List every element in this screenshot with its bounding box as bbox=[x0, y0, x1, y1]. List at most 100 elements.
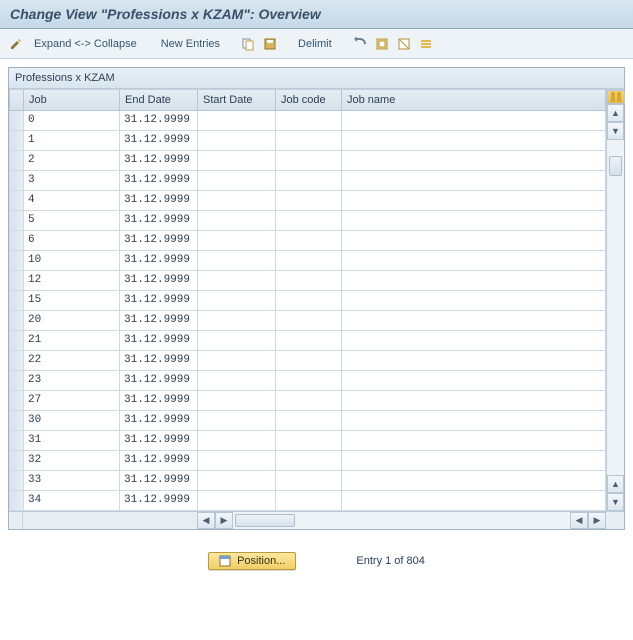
row-selector[interactable] bbox=[10, 390, 24, 410]
cell-start-date[interactable] bbox=[198, 270, 276, 290]
cell-start-date[interactable] bbox=[198, 370, 276, 390]
cell-job-name[interactable] bbox=[342, 290, 606, 310]
cell-job-code[interactable] bbox=[276, 230, 342, 250]
row-selector[interactable] bbox=[10, 370, 24, 390]
cell-job-name[interactable] bbox=[342, 130, 606, 150]
row-selector[interactable] bbox=[10, 290, 24, 310]
cell-job-name[interactable] bbox=[342, 310, 606, 330]
cell-job-name[interactable] bbox=[342, 410, 606, 430]
col-job-name[interactable]: Job name bbox=[342, 90, 606, 110]
cell-job-code[interactable] bbox=[276, 210, 342, 230]
col-start-date[interactable]: Start Date bbox=[198, 90, 276, 110]
cell-job-code[interactable] bbox=[276, 390, 342, 410]
cell-start-date[interactable] bbox=[198, 450, 276, 470]
cell-job-name[interactable] bbox=[342, 270, 606, 290]
configure-columns-icon[interactable] bbox=[607, 90, 625, 104]
row-selector[interactable] bbox=[10, 210, 24, 230]
scroll-left-end-button[interactable]: ◀ bbox=[570, 512, 588, 529]
cell-job[interactable]: 32 bbox=[24, 450, 120, 470]
row-selector[interactable] bbox=[10, 330, 24, 350]
expand-collapse-button[interactable]: Expand <-> Collapse bbox=[30, 36, 141, 52]
cell-job[interactable]: 34 bbox=[24, 490, 120, 510]
row-selector[interactable] bbox=[10, 130, 24, 150]
delimit-button[interactable]: Delimit bbox=[294, 36, 336, 52]
cell-job-name[interactable] bbox=[342, 490, 606, 510]
hscroll-thumb[interactable] bbox=[235, 514, 295, 527]
cell-job-name[interactable] bbox=[342, 190, 606, 210]
cell-job[interactable]: 33 bbox=[24, 470, 120, 490]
cell-job[interactable]: 12 bbox=[24, 270, 120, 290]
cell-job[interactable]: 10 bbox=[24, 250, 120, 270]
scroll-down-button[interactable]: ▼ bbox=[607, 493, 624, 511]
cell-job[interactable]: 22 bbox=[24, 350, 120, 370]
cell-end-date[interactable]: 31.12.9999 bbox=[120, 210, 198, 230]
copy-icon[interactable] bbox=[240, 36, 256, 52]
scroll-left-button[interactable]: ◀ bbox=[197, 512, 215, 529]
row-selector[interactable] bbox=[10, 170, 24, 190]
cell-job-code[interactable] bbox=[276, 450, 342, 470]
cell-job-code[interactable] bbox=[276, 270, 342, 290]
row-selector[interactable] bbox=[10, 350, 24, 370]
cell-end-date[interactable]: 31.12.9999 bbox=[120, 410, 198, 430]
cell-start-date[interactable] bbox=[198, 310, 276, 330]
page-down-button[interactable]: ▲ bbox=[607, 475, 624, 493]
cell-job-name[interactable] bbox=[342, 230, 606, 250]
row-selector[interactable] bbox=[10, 110, 24, 130]
cell-job-code[interactable] bbox=[276, 410, 342, 430]
cell-job-code[interactable] bbox=[276, 170, 342, 190]
cell-job-name[interactable] bbox=[342, 210, 606, 230]
cell-start-date[interactable] bbox=[198, 350, 276, 370]
cell-job-name[interactable] bbox=[342, 430, 606, 450]
cell-job-name[interactable] bbox=[342, 390, 606, 410]
row-selector-header[interactable] bbox=[10, 90, 24, 110]
cell-job-code[interactable] bbox=[276, 370, 342, 390]
scroll-right-step-button[interactable]: ▶ bbox=[215, 512, 233, 529]
cell-end-date[interactable]: 31.12.9999 bbox=[120, 190, 198, 210]
undo-icon[interactable] bbox=[352, 36, 368, 52]
cell-end-date[interactable]: 31.12.9999 bbox=[120, 350, 198, 370]
cell-job[interactable]: 4 bbox=[24, 190, 120, 210]
cell-job-code[interactable] bbox=[276, 190, 342, 210]
position-button[interactable]: Position... bbox=[208, 552, 296, 570]
cell-job-name[interactable] bbox=[342, 110, 606, 130]
cell-end-date[interactable]: 31.12.9999 bbox=[120, 230, 198, 250]
cell-job-name[interactable] bbox=[342, 150, 606, 170]
page-up-button[interactable]: ▼ bbox=[607, 122, 624, 140]
cell-start-date[interactable] bbox=[198, 170, 276, 190]
cell-job-name[interactable] bbox=[342, 370, 606, 390]
list-icon[interactable] bbox=[418, 36, 434, 52]
cell-job-name[interactable] bbox=[342, 170, 606, 190]
cell-job-code[interactable] bbox=[276, 430, 342, 450]
cell-start-date[interactable] bbox=[198, 210, 276, 230]
row-selector[interactable] bbox=[10, 450, 24, 470]
cell-job[interactable]: 27 bbox=[24, 390, 120, 410]
cell-job-code[interactable] bbox=[276, 470, 342, 490]
save-icon[interactable] bbox=[262, 36, 278, 52]
cell-job[interactable]: 0 bbox=[24, 110, 120, 130]
cell-end-date[interactable]: 31.12.9999 bbox=[120, 150, 198, 170]
cell-start-date[interactable] bbox=[198, 190, 276, 210]
cell-start-date[interactable] bbox=[198, 110, 276, 130]
cell-end-date[interactable]: 31.12.9999 bbox=[120, 330, 198, 350]
cell-end-date[interactable]: 31.12.9999 bbox=[120, 130, 198, 150]
cell-job-code[interactable] bbox=[276, 110, 342, 130]
cell-start-date[interactable] bbox=[198, 250, 276, 270]
row-selector[interactable] bbox=[10, 150, 24, 170]
cell-end-date[interactable]: 31.12.9999 bbox=[120, 370, 198, 390]
cell-job-code[interactable] bbox=[276, 290, 342, 310]
cell-start-date[interactable] bbox=[198, 430, 276, 450]
select-all-icon[interactable] bbox=[374, 36, 390, 52]
cell-job[interactable]: 2 bbox=[24, 150, 120, 170]
cell-job[interactable]: 3 bbox=[24, 170, 120, 190]
cell-job[interactable]: 21 bbox=[24, 330, 120, 350]
new-entries-button[interactable]: New Entries bbox=[157, 36, 224, 52]
hscroll-track[interactable] bbox=[233, 512, 570, 529]
cell-start-date[interactable] bbox=[198, 490, 276, 510]
cell-job-code[interactable] bbox=[276, 490, 342, 510]
cell-start-date[interactable] bbox=[198, 470, 276, 490]
row-selector[interactable] bbox=[10, 250, 24, 270]
row-selector[interactable] bbox=[10, 270, 24, 290]
cell-job-name[interactable] bbox=[342, 450, 606, 470]
cell-end-date[interactable]: 31.12.9999 bbox=[120, 170, 198, 190]
cell-end-date[interactable]: 31.12.9999 bbox=[120, 110, 198, 130]
